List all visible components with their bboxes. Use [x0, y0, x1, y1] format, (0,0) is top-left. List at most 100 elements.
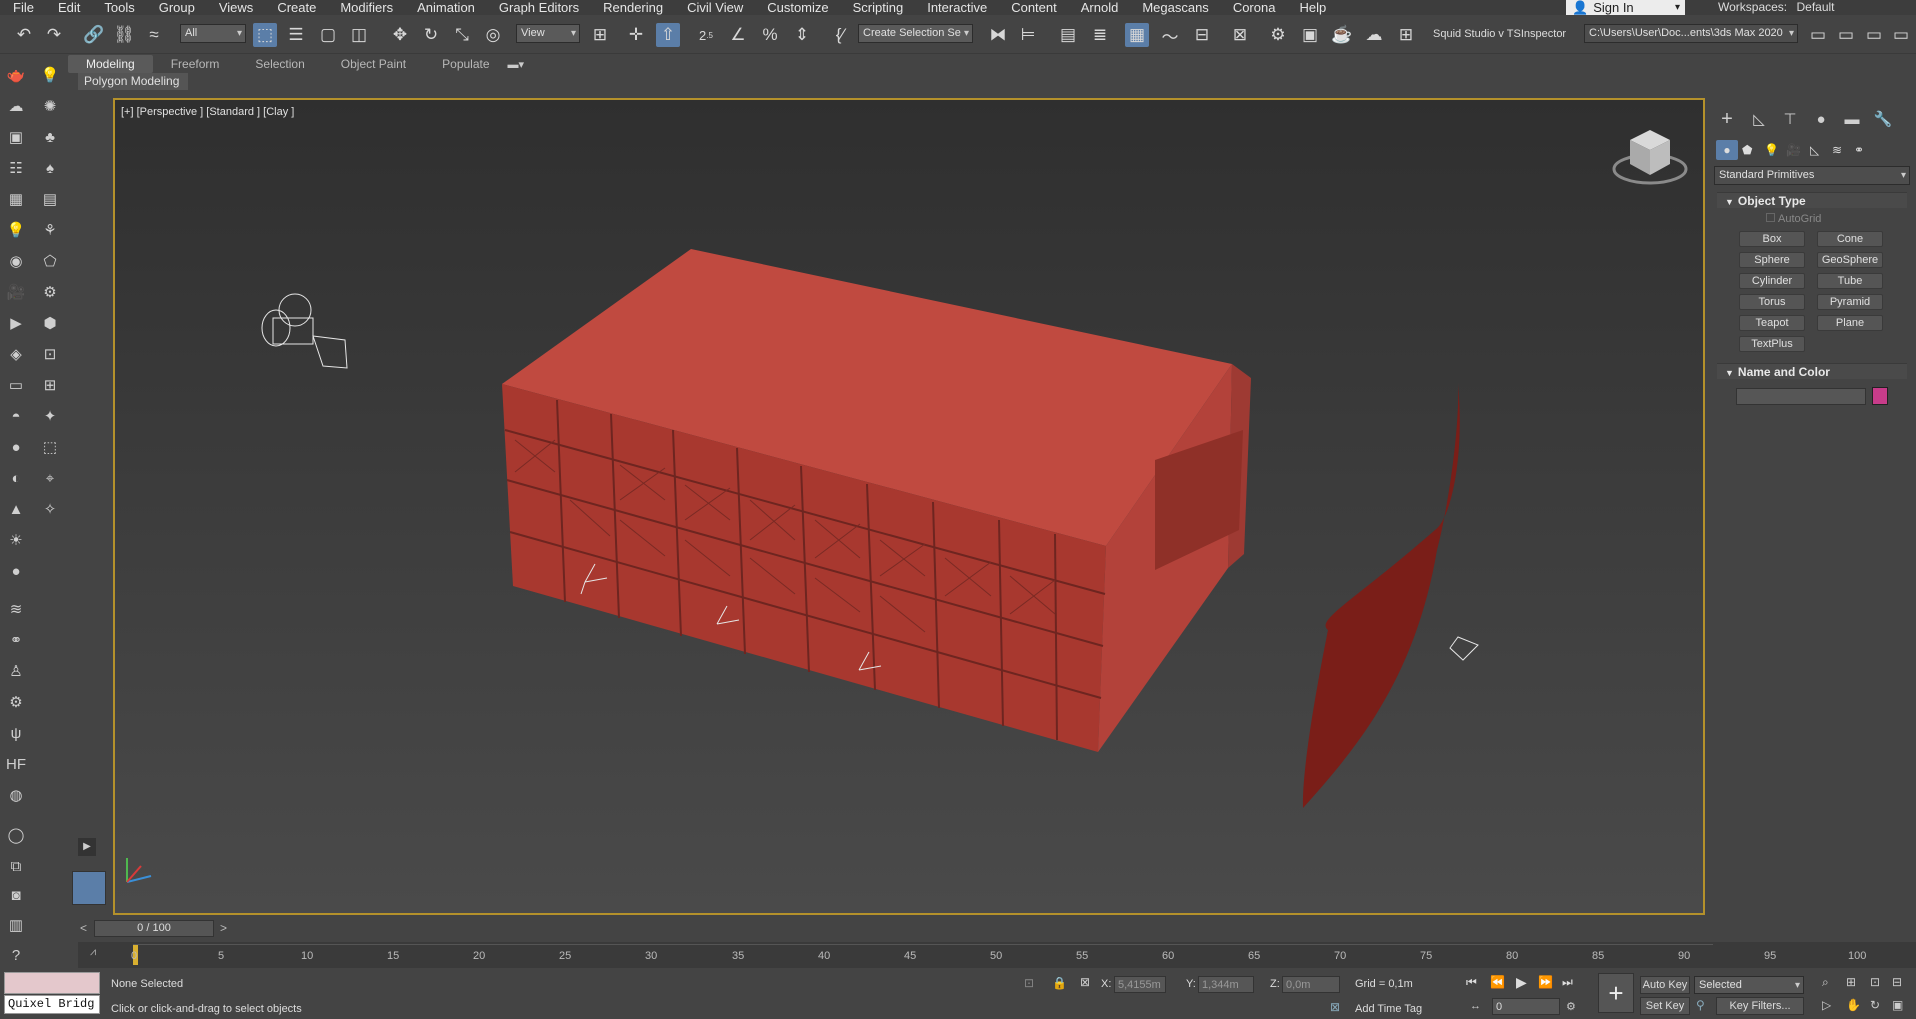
teapot-button[interactable]: Teapot	[1739, 315, 1805, 331]
menu-help[interactable]: Help	[1287, 0, 1338, 15]
shapes-icon[interactable]: ⬟	[1742, 140, 1752, 160]
cameras-icon[interactable]: 🎥	[1786, 140, 1801, 160]
track-bar-icon[interactable]: ⩘	[90, 946, 96, 959]
move-icon[interactable]: ✥	[388, 23, 412, 47]
project-path-select[interactable]: C:\Users\User\Doc...ents\3ds Max 2020	[1584, 24, 1798, 43]
motion-tab-icon[interactable]: ●	[1810, 108, 1832, 130]
toggle-ribbon-icon[interactable]: ▦	[1125, 23, 1149, 47]
y-coord-field[interactable]	[1198, 976, 1254, 993]
timeline-ruler[interactable]: ⩘ 0 5 10 15 20 25 30 35 40 45 50 55 60 6…	[78, 942, 1916, 968]
cog-icon[interactable]: ⚙	[5, 691, 27, 713]
help-circle-icon[interactable]: ?	[5, 944, 27, 966]
render-shortcuts-icon[interactable]: ⊞	[1394, 23, 1418, 47]
fx-icon[interactable]: ✦	[39, 405, 61, 427]
rotate-icon[interactable]: ↻	[419, 23, 443, 47]
select-by-name-icon[interactable]: ☰	[284, 23, 308, 47]
primitive-category-select[interactable]: Standard Primitives	[1714, 166, 1910, 185]
person-icon[interactable]: ♙	[5, 660, 27, 682]
mirror-icon[interactable]: ⧓	[986, 23, 1010, 47]
ribbon-icon[interactable]: ≋	[5, 598, 27, 620]
bulb-icon[interactable]: 💡	[5, 219, 27, 241]
polygon-modeling-panel[interactable]: Polygon Modeling	[78, 73, 188, 90]
cone-icon[interactable]: ▲	[5, 498, 27, 520]
prev-frame-icon[interactable]: <	[80, 921, 87, 935]
percent-snap-icon[interactable]: %	[758, 23, 782, 47]
previous-frame-icon[interactable]: ⏪	[1490, 975, 1505, 989]
scene-explorer-icon[interactable]: ▤	[1056, 23, 1080, 47]
transform-mode-icon[interactable]: ⊠	[1080, 975, 1090, 989]
reference-coord-select[interactable]: View	[516, 24, 580, 43]
add-time-tag[interactable]: Add Time Tag	[1355, 1003, 1422, 1015]
maximize-viewport-icon[interactable]: ▣	[1892, 998, 1903, 1012]
zoom-extents-all-icon[interactable]: ⊟	[1892, 975, 1902, 989]
menu-animation[interactable]: Animation	[405, 0, 487, 15]
set-key-big-icon[interactable]: +	[1598, 973, 1634, 1013]
box-button[interactable]: Box	[1739, 231, 1805, 247]
expand-arrow-icon[interactable]: ▶	[78, 838, 96, 856]
time-slider[interactable]: 0 / 100	[94, 920, 214, 937]
render-setup-icon[interactable]: ⚙	[1266, 23, 1290, 47]
plane-button[interactable]: Plane	[1817, 315, 1883, 331]
curve-editor-icon[interactable]: 〜	[1158, 23, 1182, 47]
sphere-button[interactable]: Sphere	[1739, 252, 1805, 268]
menu-corona[interactable]: Corona	[1221, 0, 1288, 15]
ball-icon[interactable]: ●	[5, 560, 27, 582]
align-icon[interactable]: ⊨	[1016, 23, 1040, 47]
menu-scripting[interactable]: Scripting	[841, 0, 916, 15]
maxscript-listener-top[interactable]	[4, 972, 100, 994]
layout-icon-3[interactable]: ▭	[1862, 23, 1886, 47]
tree2-icon[interactable]: ⚘	[39, 219, 61, 241]
select-manipulate-icon[interactable]: ✛	[624, 23, 648, 47]
schematic-view-icon[interactable]: ⊟	[1190, 23, 1214, 47]
tab-populate[interactable]: Populate	[424, 55, 507, 73]
selection-filter-select[interactable]: All	[180, 24, 246, 43]
fov-icon[interactable]: ▷	[1822, 998, 1831, 1012]
light-bulb-icon[interactable]: 💡	[39, 64, 61, 86]
object-name-field[interactable]	[1736, 388, 1866, 405]
layout-icon-2[interactable]: ▭	[1834, 23, 1858, 47]
sign-in-button[interactable]: 👤 Sign In ▾	[1566, 0, 1685, 15]
sphere-icon[interactable]: ●	[5, 436, 27, 458]
material-editor-icon[interactable]: ⊠	[1228, 23, 1252, 47]
workspaces-selector[interactable]: Workspaces: Default	[1718, 0, 1835, 15]
name-color-rollout-header[interactable]: ▼ Name and Color	[1717, 363, 1907, 379]
pan-icon[interactable]: ✋	[1846, 998, 1861, 1012]
tab-object-paint[interactable]: Object Paint	[323, 55, 424, 73]
hf-icon[interactable]: HF	[5, 753, 27, 775]
texture-icon[interactable]: ◍	[5, 784, 27, 806]
geometry-icon[interactable]: ●	[1716, 140, 1738, 160]
ribbon-options-icon[interactable]: ▬▾	[508, 58, 525, 71]
layer-explorer-icon[interactable]: ≣	[1088, 23, 1112, 47]
rect-selection-icon[interactable]: ▢	[316, 23, 340, 47]
zoom-all-icon[interactable]: ⊞	[1846, 975, 1856, 989]
menu-customize[interactable]: Customize	[755, 0, 840, 15]
camera-icon[interactable]: 🎥	[5, 281, 27, 303]
rendered-frame-window-icon[interactable]: ▣	[1298, 23, 1322, 47]
spacewarps-icon[interactable]: ≋	[1832, 140, 1842, 160]
menu-create[interactable]: Create	[265, 0, 328, 15]
cone-button[interactable]: Cone	[1817, 231, 1883, 247]
lock-icon[interactable]: 🔒	[1052, 976, 1067, 990]
link-icon[interactable]: 🔗	[82, 23, 106, 47]
auto-key-button[interactable]: Auto Key	[1640, 976, 1690, 994]
orbit-icon[interactable]: ↻	[1870, 998, 1880, 1012]
menu-graph-editors[interactable]: Graph Editors	[487, 0, 591, 15]
time-config-icon[interactable]: ⚙	[1566, 1000, 1576, 1013]
keyboard-shortcut-override-icon[interactable]: ⇧	[656, 23, 680, 47]
tab-freeform[interactable]: Freeform	[153, 55, 238, 73]
film-icon[interactable]: ▶	[5, 312, 27, 334]
material-icon[interactable]: ◉	[5, 250, 27, 272]
angle-snap-icon[interactable]: ∠	[726, 23, 750, 47]
helpers-icon[interactable]: ◺	[1810, 140, 1819, 160]
lights-icon[interactable]: 💡	[1764, 140, 1779, 160]
teapot2-icon[interactable]: ⌖	[39, 467, 61, 489]
named-selection-set-select[interactable]: Create Selection Se	[858, 24, 973, 43]
torus-button[interactable]: Torus	[1739, 294, 1805, 310]
sun-icon[interactable]: ✺	[39, 95, 61, 117]
pyramid-button[interactable]: Pyramid	[1817, 294, 1883, 310]
molecule-icon[interactable]: ⚭	[5, 629, 27, 651]
material-ball-icon[interactable]: ◐	[5, 467, 27, 489]
edit-named-selection-icon[interactable]: {⁄	[828, 23, 852, 47]
display-tab-icon[interactable]: ▬	[1841, 108, 1863, 130]
current-frame-field[interactable]	[1492, 998, 1560, 1015]
